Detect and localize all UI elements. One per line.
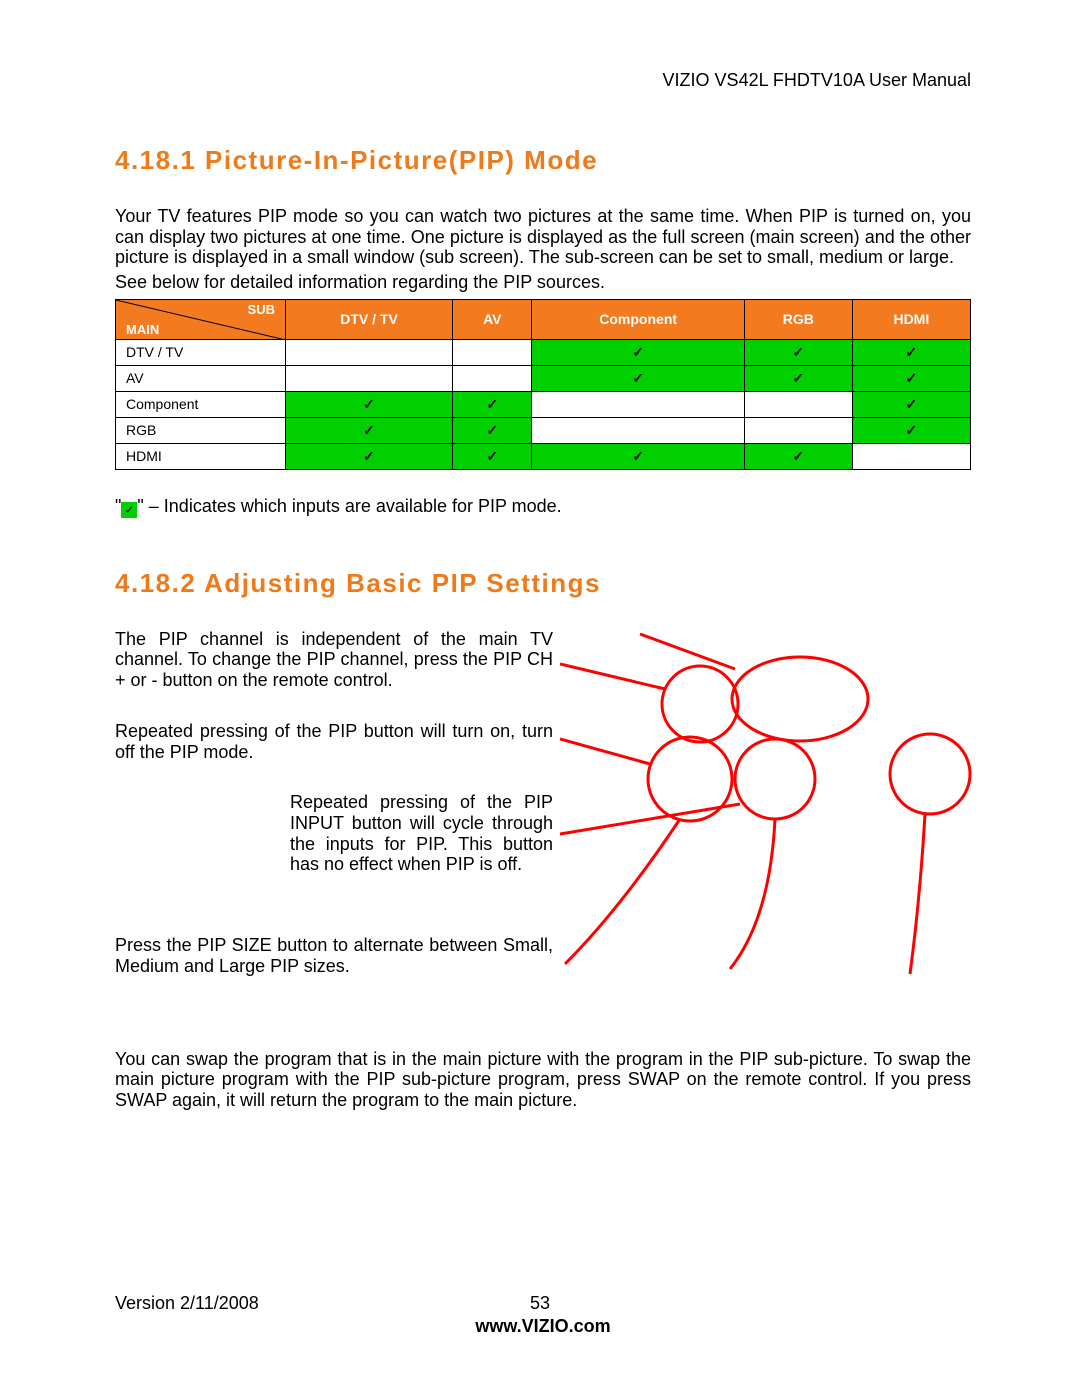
table-cell [532,417,744,443]
pip-settings-text-col: The PIP channel is independent of the ma… [115,629,553,977]
callout-circle-icon [648,737,732,821]
pip-see-below: See below for detailed information regar… [115,272,971,293]
table-cell: ✓ [852,391,970,417]
check-icon: ✓ [363,396,375,412]
leader-line-icon [560,739,650,764]
table-row: RGB ✓ ✓ ✓ [116,417,971,443]
check-icon: ✓ [792,448,804,464]
pip-settings-area: The PIP channel is independent of the ma… [115,629,971,1039]
check-icon: ✓ [792,344,804,360]
manual-title: VIZIO VS42L FHDTV10A User Manual [115,70,971,91]
table-row: DTV / TV ✓ ✓ ✓ [116,339,971,365]
check-icon: ✓ [486,396,498,412]
table-cell [453,365,532,391]
table-row: AV ✓ ✓ ✓ [116,365,971,391]
check-icon: ✓ [486,422,498,438]
table-cell: ✓ [532,365,744,391]
leader-line-icon [640,634,735,669]
table-row: HDMI ✓ ✓ ✓ ✓ [116,443,971,469]
check-icon: ✓ [905,422,917,438]
table-cell [532,391,744,417]
leader-curve-icon [730,819,775,969]
col-header: RGB [744,299,852,339]
col-header: AV [453,299,532,339]
table-cell: ✓ [852,417,970,443]
table-cell: ✓ [744,365,852,391]
table-cell: ✓ [286,391,453,417]
row-label: RGB [116,417,286,443]
check-icon: ✓ [632,448,644,464]
callout-circle-icon [662,666,738,742]
table-cell: ✓ [532,443,744,469]
check-icon: ✓ [905,396,917,412]
corner-label-sub: SUB [248,302,275,317]
check-icon: ✓ [632,344,644,360]
table-cell: ✓ [532,339,744,365]
footer-site-url: www.VIZIO.com [115,1316,971,1337]
table-header-row: SUB MAIN DTV / TV AV Component RGB HDMI [116,299,971,339]
table-corner-cell: SUB MAIN [116,299,286,339]
table-row: Component ✓ ✓ ✓ [116,391,971,417]
pip-input-para: Repeated pressing of the PIP INPUT butto… [290,792,553,875]
check-icon: ✓ [905,344,917,360]
check-icon: ✓ [363,448,375,464]
footer-version: Version 2/11/2008 [115,1293,259,1314]
row-label: HDMI [116,443,286,469]
table-cell [286,339,453,365]
pip-intro-paragraph: Your TV features PIP mode so you can wat… [115,206,971,268]
row-label: Component [116,391,286,417]
legend-check-icon: ✓ [121,502,137,518]
footer-page-number: 53 [530,1293,550,1314]
callout-circle-icon [890,734,970,814]
table-cell: ✓ [286,417,453,443]
row-label: DTV / TV [116,339,286,365]
table-cell [286,365,453,391]
table-cell: ✓ [852,339,970,365]
table-cell [453,339,532,365]
section-heading-4-18-2: 4.18.2 Adjusting Basic PIP Settings [115,568,971,599]
check-icon: ✓ [905,370,917,386]
col-header: HDMI [852,299,970,339]
leader-curve-icon [910,814,925,974]
pip-swap-para: You can swap the program that is in the … [115,1049,971,1111]
leader-line-icon [560,664,665,689]
pip-source-table: SUB MAIN DTV / TV AV Component RGB HDMI … [115,299,971,470]
table-cell [744,417,852,443]
legend-text: " – Indicates which inputs are available… [137,496,561,516]
pip-size-para: Press the PIP SIZE button to alternate b… [115,935,553,976]
table-cell [852,443,970,469]
page-footer: Version 2/11/2008 53 www.VIZIO.com [0,1293,1080,1337]
table-cell: ✓ [744,443,852,469]
check-icon: ✓ [363,422,375,438]
col-header: Component [532,299,744,339]
table-cell: ✓ [453,417,532,443]
callout-ellipse-icon [732,657,868,741]
leader-curve-icon [565,819,680,964]
check-icon: ✓ [792,370,804,386]
corner-label-main: MAIN [126,322,159,337]
check-icon: ✓ [486,448,498,464]
section-heading-4-18-1: 4.18.1 Picture-In-Picture(PIP) Mode [115,145,971,176]
pip-button-para: Repeated pressing of the PIP button will… [115,721,553,762]
col-header: DTV / TV [286,299,453,339]
check-icon: ✓ [632,370,644,386]
table-cell: ✓ [286,443,453,469]
table-cell: ✓ [453,391,532,417]
legend-line: "✓" – Indicates which inputs are availab… [115,496,971,518]
table-cell: ✓ [744,339,852,365]
row-label: AV [116,365,286,391]
remote-callout-diagram [560,609,980,979]
page-body: VIZIO VS42L FHDTV10A User Manual 4.18.1 … [0,0,1080,1111]
table-cell: ✓ [852,365,970,391]
table-cell [744,391,852,417]
table-cell: ✓ [453,443,532,469]
leader-line-icon [560,804,740,834]
callout-circle-icon [735,739,815,819]
pip-channel-para: The PIP channel is independent of the ma… [115,629,553,691]
